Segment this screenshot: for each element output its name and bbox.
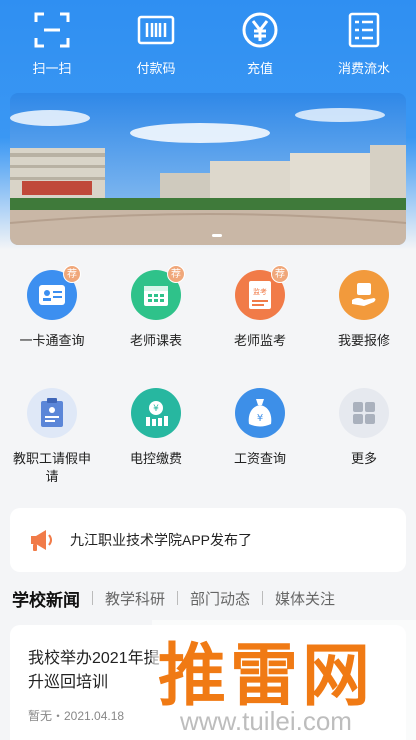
more-label: 更多 — [350, 451, 377, 466]
news-title: 我校举办2021年提升巡回培训 — [28, 650, 160, 691]
yuan-icon — [242, 12, 278, 48]
salary-query-item[interactable]: ¥ 工资查询 — [208, 388, 312, 506]
staff-leave-item[interactable]: 教职工请假申请 — [0, 388, 104, 506]
recharge-button[interactable]: 充值 — [208, 0, 312, 90]
teacher-schedule-label: 老师课表 — [129, 333, 182, 348]
staff-leave-label: 教职工请假申请 — [12, 451, 91, 484]
recharge-label: 充值 — [246, 61, 273, 76]
scan-icon — [34, 12, 70, 48]
electric-bill-icon: ¥ — [131, 388, 181, 438]
scan-button[interactable]: 扫一扫 — [0, 0, 104, 90]
scan-label: 扫一扫 — [32, 61, 72, 76]
repair-request-item[interactable]: 我要报修 — [312, 270, 416, 388]
repair-request-label: 我要报修 — [337, 333, 390, 348]
id-card-icon: 荐 — [27, 265, 81, 320]
exam-paper-text: 监考 — [253, 287, 267, 296]
campus-photo — [10, 93, 406, 245]
recommend-badge: 荐 — [63, 265, 81, 283]
services-grid: 荐 一卡通查询 荐 老师课表 监考 荐 老师监考 我要报修 教职工请假申请 ¥ … — [0, 265, 416, 506]
more-apps-icon — [339, 388, 389, 438]
tab-school-news[interactable]: 学校新闻 — [12, 586, 80, 611]
barcode-icon — [137, 15, 175, 45]
exam-paper-icon: 监考 荐 — [235, 265, 289, 320]
teacher-invigilation-item[interactable]: 监考 荐 老师监考 — [208, 265, 312, 388]
notice-bar[interactable]: 九江职业技术学院APP发布了 — [10, 508, 406, 572]
teacher-schedule-item[interactable]: 荐 老师课表 — [104, 265, 208, 388]
watermark: 推雷网 www.tuilei.com — [152, 620, 416, 740]
calendar-icon: 荐 — [131, 265, 185, 320]
payment-code-label: 付款码 — [136, 61, 176, 76]
news-tabs: 学校新闻 教学科研 部门动态 媒体关注 — [0, 582, 416, 614]
card-query-item[interactable]: 荐 一卡通查询 — [0, 265, 104, 388]
card-query-label: 一卡通查询 — [19, 333, 85, 348]
salary-query-label: 工资查询 — [233, 451, 286, 466]
list-icon — [348, 12, 380, 48]
payment-code-button[interactable]: 付款码 — [104, 0, 208, 90]
svg-text:¥: ¥ — [257, 413, 263, 424]
repair-hand-icon — [339, 270, 389, 320]
tab-department-news[interactable]: 部门动态 — [190, 588, 250, 609]
tab-media-coverage[interactable]: 媒体关注 — [275, 588, 335, 609]
electric-payment-item[interactable]: ¥ 电控缴费 — [104, 388, 208, 506]
quick-actions-bar: 扫一扫 付款码 充值 消费流水 — [0, 0, 416, 90]
money-bag-icon: ¥ — [235, 388, 285, 438]
recommend-badge: 荐 — [167, 265, 185, 283]
more-item[interactable]: 更多 — [312, 388, 416, 506]
megaphone-icon — [31, 530, 52, 551]
watermark-text: 推雷网 — [158, 638, 375, 714]
electric-payment-label: 电控缴费 — [129, 451, 182, 466]
teacher-invigilation-label: 老师监考 — [233, 333, 286, 348]
transactions-button[interactable]: 消费流水 — [312, 0, 416, 90]
campus-banner[interactable] — [10, 93, 406, 245]
tab-divider — [92, 591, 93, 605]
svg-text:¥: ¥ — [153, 404, 159, 414]
watermark-url: www.tuilei.com — [180, 706, 352, 736]
tab-divider — [262, 591, 264, 605]
tab-teaching-research[interactable]: 教学科研 — [105, 588, 165, 609]
tab-divider — [177, 591, 179, 605]
recommend-badge: 荐 — [271, 265, 289, 283]
notice-text: 九江职业技术学院APP发布了 — [70, 532, 253, 548]
carousel-indicator — [212, 234, 222, 237]
transactions-label: 消费流水 — [337, 61, 390, 76]
leave-form-icon — [27, 388, 77, 438]
